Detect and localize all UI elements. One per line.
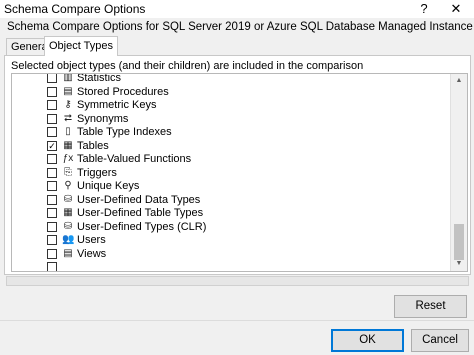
synonym-icon: ⮂ <box>64 112 72 124</box>
symmetric-key-icon: ⚷ <box>64 99 72 110</box>
object-type-label: User-Defined Table Types <box>77 207 204 219</box>
object-type-checkbox[interactable] <box>47 74 57 83</box>
object-types-panel: Selected object types (and their childre… <box>4 55 471 275</box>
clr-type-icon: ⛁ <box>63 220 73 232</box>
function-icon: ƒx <box>62 153 74 164</box>
list-item[interactable]: ✓ ▦ Tables <box>12 140 450 154</box>
window-title: Schema Compare Options <box>4 2 146 16</box>
object-type-label: Users <box>77 234 106 246</box>
list-item[interactable]: ƒx Table-Valued Functions <box>12 153 450 167</box>
object-types-list-items: ▥ Statistics ▤ Stored Procedures ⚷ Symmetric … <box>12 74 450 271</box>
object-type-checkbox[interactable]: ✓ <box>47 140 57 151</box>
list-item[interactable]: ▥ Statistics <box>12 74 450 86</box>
object-type-label: Synonyms <box>77 112 129 125</box>
list-item[interactable]: ⚷ Symmetric Keys <box>12 99 450 113</box>
ok-button[interactable]: OK <box>331 329 404 352</box>
bar-chart-icon: ▥ <box>63 74 73 83</box>
object-type-checkbox[interactable] <box>47 262 57 271</box>
object-type-label: Statistics <box>77 74 122 84</box>
separator <box>0 320 474 321</box>
stored-procedure-icon: ▤ <box>63 85 73 97</box>
object-type-checkbox[interactable] <box>47 194 57 205</box>
object-type-checkbox[interactable] <box>47 167 57 178</box>
status-bar <box>6 276 469 286</box>
dialog-subtitle: Schema Compare Options for SQL Server 20… <box>7 21 473 33</box>
object-type-label: Triggers <box>77 166 117 179</box>
list-item[interactable]: ▤ Views <box>12 248 450 262</box>
scroll-up-arrow-icon[interactable]: ▲ <box>451 74 467 88</box>
view-icon: ▤ <box>63 247 73 259</box>
object-type-checkbox[interactable] <box>47 127 57 137</box>
object-type-label: Unique Keys <box>77 180 140 192</box>
list-scrollbar[interactable]: ▲ ▼ <box>450 74 467 271</box>
object-type-checkbox[interactable] <box>47 154 57 164</box>
key-icon: ⚲ <box>64 180 72 191</box>
scroll-down-arrow-icon[interactable]: ▼ <box>451 257 467 271</box>
object-type-label: Views <box>77 247 107 260</box>
object-types-list[interactable]: ▥ Statistics ▤ Stored Procedures ⚷ Symmetric … <box>11 73 468 272</box>
index-icon: ▯ <box>65 126 71 137</box>
object-type-checkbox[interactable] <box>47 113 57 124</box>
object-type-checkbox[interactable] <box>47 221 57 232</box>
object-type-checkbox[interactable] <box>47 100 57 110</box>
table-icon: ▦ <box>63 139 73 151</box>
object-type-checkbox[interactable] <box>47 181 57 191</box>
scrollbar-thumb[interactable] <box>454 224 464 260</box>
object-type-checkbox[interactable] <box>47 248 57 259</box>
object-type-label: User-Defined Types (CLR) <box>77 220 207 233</box>
list-item[interactable]: ▯ Table Type Indexes <box>12 126 450 140</box>
object-type-label: Table Type Indexes <box>77 126 172 138</box>
trigger-icon: ⎘ <box>64 166 72 178</box>
table-type-icon: ▦ <box>63 207 73 218</box>
close-button[interactable]: ✕ <box>446 1 466 17</box>
object-type-label: Stored Procedures <box>77 85 169 98</box>
users-icon: 👥 <box>62 234 75 245</box>
tab-object-types[interactable]: Object Types <box>44 36 118 56</box>
object-type-label: Tables <box>77 139 109 152</box>
object-type-checkbox[interactable] <box>47 208 57 218</box>
list-item[interactable]: ⮂ Synonyms <box>12 113 450 127</box>
user-defined-type-icon: ⛁ <box>63 193 73 205</box>
object-type-label: User-Defined Data Types <box>77 193 201 206</box>
reset-button[interactable]: Reset <box>394 295 467 318</box>
object-type-checkbox[interactable] <box>47 86 57 97</box>
title-bar: Schema Compare Options ? ✕ <box>0 0 474 18</box>
list-item[interactable]: ▦ User-Defined Table Types <box>12 207 450 221</box>
object-type-label: Table-Valued Functions <box>77 153 192 165</box>
list-item[interactable]: ⛁ User-Defined Data Types <box>12 194 450 208</box>
help-button[interactable]: ? <box>414 1 434 17</box>
list-item[interactable]: ⎘ Triggers <box>12 167 450 181</box>
list-item[interactable]: ⚲ Unique Keys <box>12 180 450 194</box>
cancel-button[interactable]: Cancel <box>411 329 469 352</box>
list-item[interactable]: ⛁ User-Defined Types (CLR) <box>12 221 450 235</box>
panel-description: Selected object types (and their childre… <box>11 60 364 72</box>
list-item[interactable]: ▤ Stored Procedures <box>12 86 450 100</box>
object-type-label: Symmetric Keys <box>77 99 157 111</box>
object-type-checkbox[interactable] <box>47 235 57 245</box>
list-item[interactable]: 👥 Users <box>12 234 450 248</box>
list-item[interactable] <box>12 261 450 271</box>
